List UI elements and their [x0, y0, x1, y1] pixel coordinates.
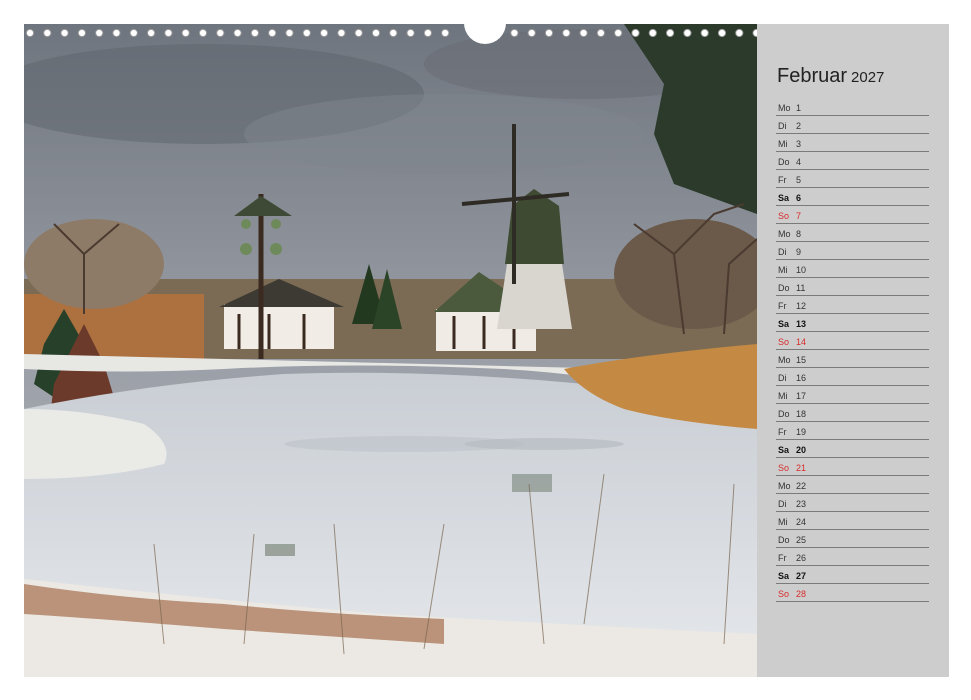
weekday-label: Sa [778, 445, 790, 455]
day-number: 8 [796, 229, 802, 239]
weekday-label: Mo [778, 103, 791, 113]
day-number: 24 [796, 517, 807, 527]
weekday-label: Do [778, 409, 790, 419]
day-number: 28 [796, 589, 807, 599]
day-row: Di 16 [776, 368, 929, 386]
day-number: 13 [796, 319, 807, 329]
weekday-label: Mi [778, 391, 788, 401]
weekday-label: Sa [778, 193, 790, 203]
day-number: 27 [796, 571, 807, 581]
day-number: 17 [796, 391, 807, 401]
day-number: 11 [796, 283, 806, 293]
calendar-photo [24, 24, 757, 677]
weekday-label: Fr [778, 301, 787, 311]
day-row: So 28 [776, 584, 929, 602]
day-number: 12 [796, 301, 807, 311]
weekday-label: So [778, 211, 790, 221]
day-row: Mi 3 [776, 134, 929, 152]
weekday-label: Mo [778, 481, 791, 491]
day-row: Mo 8 [776, 224, 929, 242]
day-number: 7 [796, 211, 802, 221]
weekday-label: Mi [778, 139, 788, 149]
weekday-label: So [778, 337, 790, 347]
day-row: Fr 12 [776, 296, 929, 314]
day-row: Mi 24 [776, 512, 929, 530]
day-row: Sa 6 [776, 188, 929, 206]
day-number: 26 [796, 553, 807, 563]
day-row: So 14 [776, 332, 929, 350]
day-row: Mo 15 [776, 350, 929, 368]
year-label: 2027 [851, 69, 885, 86]
day-number: 9 [796, 247, 802, 257]
day-number: 21 [796, 463, 807, 473]
weekday-label: Mo [778, 229, 791, 239]
weekday-label: Mo [778, 355, 791, 365]
day-number: 5 [796, 175, 802, 185]
day-number: 19 [796, 427, 807, 437]
day-number: 10 [796, 265, 807, 275]
day-row: Fr 5 [776, 170, 929, 188]
weekday-label: Do [778, 157, 790, 167]
day-number: 1 [796, 103, 802, 113]
calendar-sidebar: Februar 2027 Mo 1 Di 2 Mi 3 Do 4 Fr 5 Sa 6 So 7 Mo 8 Di 9 M… [757, 24, 949, 677]
day-number: 20 [796, 445, 807, 455]
weekday-label: Di [778, 373, 787, 383]
day-row: Mo 22 [776, 476, 929, 494]
winter-windmill-landscape [24, 24, 757, 677]
day-number: 16 [796, 373, 807, 383]
day-row: Do 25 [776, 530, 929, 548]
day-row: Mi 10 [776, 260, 929, 278]
weekday-label: Do [778, 535, 790, 545]
day-row: Di 9 [776, 242, 929, 260]
weekday-label: Mi [778, 265, 788, 275]
weekday-label: Di [778, 499, 787, 509]
weekday-label: Di [778, 121, 787, 131]
day-number: 6 [796, 193, 802, 203]
day-number: 15 [796, 355, 807, 365]
day-row: Mo 1 [776, 98, 929, 116]
day-row: Di 2 [776, 116, 929, 134]
day-row: Di 23 [776, 494, 929, 512]
weekday-label: Mi [778, 517, 788, 527]
day-number: 25 [796, 535, 807, 545]
weekday-label: So [778, 463, 790, 473]
day-number: 22 [796, 481, 807, 491]
month-title: Februar 2027 [777, 66, 884, 86]
weekday-label: Fr [778, 553, 787, 563]
weekday-label: Do [778, 283, 790, 293]
day-row: Sa 13 [776, 314, 929, 332]
day-row: Fr 19 [776, 422, 929, 440]
weekday-label: Sa [778, 319, 790, 329]
day-row: Do 11 [776, 278, 929, 296]
weekday-label: Sa [778, 571, 790, 581]
weekday-label: Di [778, 247, 787, 257]
day-row: Mi 17 [776, 386, 929, 404]
day-row: So 21 [776, 458, 929, 476]
month-name: Februar [777, 65, 848, 87]
weekday-label: Fr [778, 427, 787, 437]
day-number: 18 [796, 409, 807, 419]
day-row: Fr 26 [776, 548, 929, 566]
day-number: 4 [796, 157, 802, 167]
day-list: Mo 1 Di 2 Mi 3 Do 4 Fr 5 Sa 6 So 7 Mo 8 Di 9 Mi 10 Do 11 Fr 12 S… [776, 98, 929, 602]
day-number: 3 [796, 139, 802, 149]
day-number: 14 [796, 337, 807, 347]
weekday-label: So [778, 589, 790, 599]
day-row: So 7 [776, 206, 929, 224]
day-row: Sa 20 [776, 440, 929, 458]
day-row: Do 4 [776, 152, 929, 170]
day-row: Do 18 [776, 404, 929, 422]
day-number: 23 [796, 499, 807, 509]
weekday-label: Fr [778, 175, 787, 185]
day-row: Sa 27 [776, 566, 929, 584]
day-number: 2 [796, 121, 802, 131]
